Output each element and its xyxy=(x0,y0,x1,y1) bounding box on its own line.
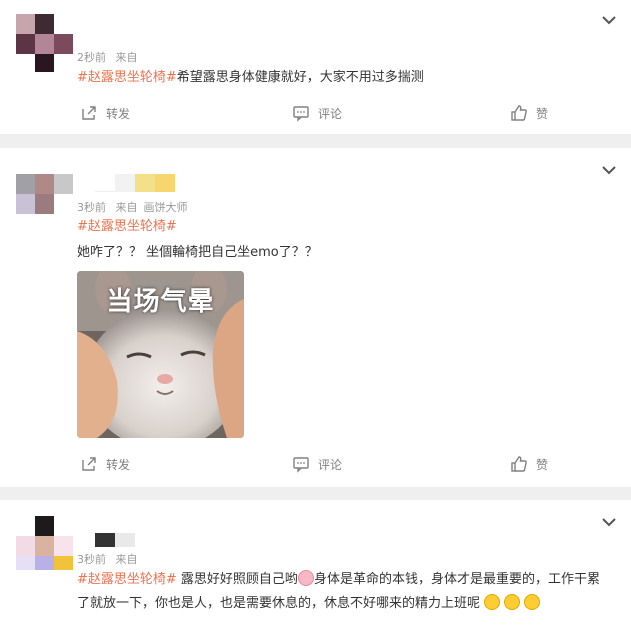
kiss-face-icon xyxy=(524,594,541,610)
post-time: 3秒前 xyxy=(77,553,106,566)
share-button[interactable]: 转发 xyxy=(80,104,130,122)
action-bar: 转发 评论 赞 xyxy=(0,104,631,128)
share-icon xyxy=(82,457,96,471)
comment-card-2: 3秒前 来自 画饼大师 #赵露思坐轮椅# 她咋了？？ 坐個輪椅把自己坐emo了？？ xyxy=(0,148,631,487)
comment-card-1: 2秒前 来自 #赵露思坐轮椅#希望露思身体健康就好，大家不用过多揣测 转发 评论… xyxy=(0,0,631,134)
post-source: 来自 xyxy=(115,553,138,566)
comment-button[interactable]: 评论 xyxy=(292,455,342,473)
username-redacted[interactable] xyxy=(95,533,135,547)
action-bar: 转发 评论 赞 xyxy=(0,455,631,479)
avatar[interactable] xyxy=(16,174,74,232)
avatar[interactable] xyxy=(16,14,74,72)
post-source: 来自 xyxy=(115,201,138,214)
hashtag-link[interactable]: #赵露思坐轮椅# xyxy=(77,219,177,234)
comment-label: 评论 xyxy=(318,106,343,121)
post-client[interactable]: 画饼大师 xyxy=(144,201,188,214)
comment-button[interactable]: 评论 xyxy=(292,104,342,122)
post-text: #赵露思坐轮椅#希望露思身体健康就好，大家不用过多揣测 xyxy=(77,66,611,90)
meme-caption: 当场气晕 xyxy=(106,287,215,317)
comment-label: 评论 xyxy=(318,457,343,472)
kiss-face-icon xyxy=(504,594,521,610)
post-body: 希望露思身体健康就好，大家不用过多揣测 xyxy=(176,70,424,85)
chevron-down-icon[interactable] xyxy=(601,14,617,26)
post-meta: 3秒前 来自 xyxy=(77,551,138,567)
meme-image[interactable]: 当场气晕 xyxy=(77,271,244,438)
kiss-face-icon xyxy=(484,594,501,610)
post-time: 3秒前 xyxy=(77,201,106,214)
post-body-a: 露思好好照顾自己哟 xyxy=(176,572,298,587)
avatar[interactable] xyxy=(16,516,74,574)
comment-icon xyxy=(293,457,309,473)
thumbs-up-icon xyxy=(511,105,527,121)
post-meta: 3秒前 来自 画饼大师 xyxy=(77,199,188,215)
post-meta: 2秒前 来自 xyxy=(77,49,138,65)
post-body: 她咋了？？ 坐個輪椅把自己坐emo了？？ xyxy=(77,245,318,260)
like-label: 赞 xyxy=(536,457,549,472)
thumbs-up-icon xyxy=(511,456,527,472)
comment-icon xyxy=(293,106,309,122)
share-icon xyxy=(82,106,96,120)
hashtag-link[interactable]: #赵露思坐轮椅# xyxy=(77,572,177,587)
post-text: #赵露思坐轮椅# 露思好好照顾自己哟 身体是革命的本钱，身体才是最重要的，工作干累… xyxy=(77,568,611,616)
hashtag-link[interactable]: #赵露思坐轮椅# xyxy=(77,70,177,85)
chevron-down-icon[interactable] xyxy=(601,516,617,528)
pig-face-icon xyxy=(297,570,314,586)
comment-card-3: 3秒前 来自 #赵露思坐轮椅# 露思好好照顾自己哟 身体是革命的本钱，身体才是最重… xyxy=(0,500,631,627)
post-time: 2秒前 xyxy=(77,51,106,64)
username-redacted[interactable] xyxy=(95,174,175,192)
share-button[interactable]: 转发 xyxy=(80,455,130,473)
share-label: 转发 xyxy=(106,457,131,472)
like-button[interactable]: 赞 xyxy=(510,455,548,473)
share-label: 转发 xyxy=(106,106,131,121)
post-hashtag-line: #赵露思坐轮椅# xyxy=(77,215,611,239)
like-label: 赞 xyxy=(536,106,549,121)
post-source: 来自 xyxy=(115,51,138,64)
like-button[interactable]: 赞 xyxy=(510,104,548,122)
chevron-down-icon[interactable] xyxy=(601,164,617,176)
